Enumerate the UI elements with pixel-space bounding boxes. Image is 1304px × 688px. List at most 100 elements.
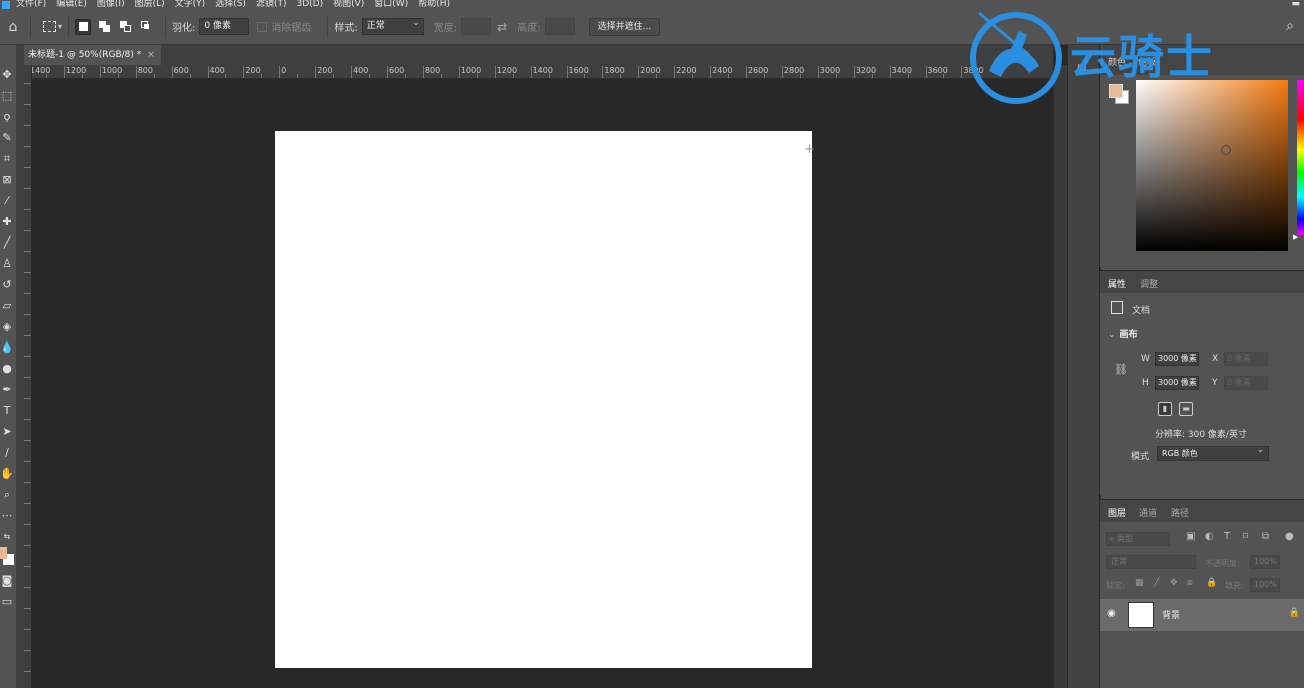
landscape-orientation-icon[interactable]: ▬: [1179, 402, 1193, 416]
zoom-tool-icon[interactable]: ⌕: [0, 487, 14, 503]
healing-brush-tool-icon[interactable]: ✚: [0, 214, 14, 230]
subtract-from-selection-button[interactable]: [117, 19, 133, 35]
canvas-height-input[interactable]: 3000 像素: [1155, 376, 1199, 390]
canvas-width-input[interactable]: 3000 像素: [1155, 352, 1199, 366]
tab-paths[interactable]: 路径: [1171, 506, 1189, 519]
layer-filter-select[interactable]: ⌕ 类型: [1106, 532, 1170, 546]
marquee-tool-icon[interactable]: ⬚: [0, 88, 14, 104]
blur-tool-icon[interactable]: 💧: [0, 340, 14, 356]
layer-row[interactable]: ◉ 背景 🔒: [1100, 599, 1304, 631]
smart-object-filter-icon[interactable]: ⧉: [1262, 531, 1269, 542]
photoshop-logo-icon[interactable]: [2, 0, 10, 9]
tab-adjustments[interactable]: 调整: [1140, 277, 1158, 290]
ruler-tick: [24, 146, 31, 147]
intersect-selection-button[interactable]: [138, 19, 154, 35]
select-and-mask-button[interactable]: 选择并遮住...: [588, 17, 661, 36]
ruler-tick: [24, 356, 31, 357]
foreground-color-chip[interactable]: [1109, 84, 1123, 98]
color-picker-ring[interactable]: [1221, 145, 1231, 155]
height-input[interactable]: [544, 18, 575, 35]
tab-properties[interactable]: 属性: [1108, 277, 1126, 290]
menu-filter[interactable]: 滤镜(T): [256, 0, 287, 9]
canvas-y-input[interactable]: 0 像素: [1224, 376, 1268, 390]
pen-tool-icon[interactable]: ✒: [0, 382, 14, 398]
menu-window[interactable]: 窗口(W): [374, 0, 408, 9]
menu-view[interactable]: 视图(V): [333, 0, 364, 9]
clone-stamp-tool-icon[interactable]: ♙: [0, 256, 14, 272]
quick-mask-icon[interactable]: ◙: [0, 573, 14, 589]
foreground-color-swatch[interactable]: [0, 547, 7, 559]
menu-help[interactable]: 帮助(H): [418, 0, 450, 9]
dodge-tool-icon[interactable]: ●: [0, 361, 14, 377]
swap-colors-icon[interactable]: ⇆: [0, 529, 14, 545]
tool-preset-picker[interactable]: ▾: [43, 21, 62, 32]
horizontal-ruler[interactable]: 1400 1200 1000 800 600 400 200 0 200 400 600 800 100…: [32, 65, 1053, 79]
hand-tool-icon[interactable]: ✋: [0, 466, 14, 482]
menu-layer[interactable]: 图层(L): [135, 0, 165, 9]
blend-mode-select[interactable]: 正常: [1106, 555, 1196, 569]
hue-slider[interactable]: [1297, 80, 1304, 235]
fill-input[interactable]: 100%: [1250, 578, 1280, 592]
crop-tool-icon[interactable]: ⌗: [0, 151, 14, 167]
menu-type[interactable]: 文字(Y): [175, 0, 206, 9]
style-select[interactable]: 正常: [361, 16, 424, 35]
ruler-label: 2600: [748, 66, 769, 75]
search-icon[interactable]: ⌕: [1286, 18, 1294, 34]
swap-dimensions-icon[interactable]: ⇄: [497, 20, 507, 34]
link-dimensions-icon[interactable]: ⛓: [1114, 363, 1128, 376]
vertical-ruler[interactable]: [16, 79, 32, 688]
ruler-origin[interactable]: [16, 65, 32, 79]
lock-pixels-icon[interactable]: ╱: [1154, 578, 1159, 588]
tab-layers[interactable]: 图层: [1108, 506, 1126, 519]
line-tool-icon[interactable]: ∕: [0, 445, 14, 461]
tab-channels[interactable]: 通道: [1139, 506, 1157, 519]
type-filter-icon[interactable]: T: [1224, 531, 1230, 542]
minimize-icon[interactable]: ▬: [1291, 0, 1300, 9]
color-picker-field[interactable]: [1136, 80, 1288, 251]
add-to-selection-button[interactable]: [96, 19, 112, 35]
canvas-x-input[interactable]: 0 像素: [1224, 352, 1268, 366]
menu-select[interactable]: 选择(S): [215, 0, 246, 9]
lock-artboard-icon[interactable]: ⧈: [1187, 578, 1193, 588]
type-tool-icon[interactable]: T: [0, 403, 14, 419]
antialias-checkbox[interactable]: [257, 21, 268, 32]
menu-image[interactable]: 图像(I): [97, 0, 125, 9]
opacity-input[interactable]: 100%: [1250, 555, 1280, 569]
pixel-filter-icon[interactable]: ▣: [1186, 531, 1195, 542]
document-tab[interactable]: 未标题-1 @ 50%(RGB/8) * ×: [24, 45, 161, 65]
adjustment-filter-icon[interactable]: ◐: [1205, 531, 1214, 542]
feather-input[interactable]: 0 像素: [199, 18, 250, 35]
opacity-label: 不透明度:: [1205, 559, 1240, 568]
screen-mode-icon[interactable]: ▭: [0, 594, 14, 610]
path-selection-tool-icon[interactable]: ➤: [0, 424, 14, 440]
history-brush-tool-icon[interactable]: ↺: [0, 277, 14, 293]
frame-tool-icon[interactable]: ⊠: [0, 172, 14, 188]
document-canvas[interactable]: [275, 131, 812, 668]
menu-file[interactable]: 文件(F): [16, 0, 46, 9]
quick-selection-tool-icon[interactable]: ✎: [0, 130, 14, 146]
move-tool-icon[interactable]: ✥: [0, 67, 14, 83]
lock-transparent-icon[interactable]: ▦: [1135, 578, 1144, 588]
portrait-orientation-icon[interactable]: ▮: [1158, 402, 1172, 416]
hue-slider-handle-icon[interactable]: ▶: [1293, 233, 1298, 241]
lock-position-icon[interactable]: ✥: [1170, 578, 1178, 588]
paint-bucket-tool-icon[interactable]: ◈: [0, 319, 14, 335]
more-tools-icon[interactable]: ⋯: [0, 508, 14, 524]
eraser-tool-icon[interactable]: ▱: [0, 298, 14, 314]
brush-tool-icon[interactable]: ╱: [0, 235, 14, 251]
new-selection-button[interactable]: [75, 18, 92, 35]
color-mode-select[interactable]: RGB 颜色: [1157, 444, 1269, 461]
lock-all-icon[interactable]: 🔒: [1206, 578, 1217, 588]
width-input[interactable]: [461, 18, 492, 35]
filter-toggle-icon[interactable]: ●: [1285, 531, 1294, 542]
vertical-scrollbar[interactable]: [1053, 65, 1067, 688]
eyedropper-tool-icon[interactable]: ⁄: [0, 193, 14, 209]
lasso-tool-icon[interactable]: ϙ: [0, 109, 14, 125]
close-icon[interactable]: ×: [147, 50, 155, 60]
shape-filter-icon[interactable]: ⌑: [1243, 531, 1248, 542]
home-icon[interactable]: ⌂: [2, 17, 24, 37]
menu-edit[interactable]: 编辑(E): [56, 0, 87, 9]
canvas-section-header[interactable]: ⌄ 画布: [1108, 327, 1138, 340]
visibility-eye-icon[interactable]: ◉: [1107, 608, 1116, 619]
menu-3d[interactable]: 3D(D): [296, 0, 323, 9]
